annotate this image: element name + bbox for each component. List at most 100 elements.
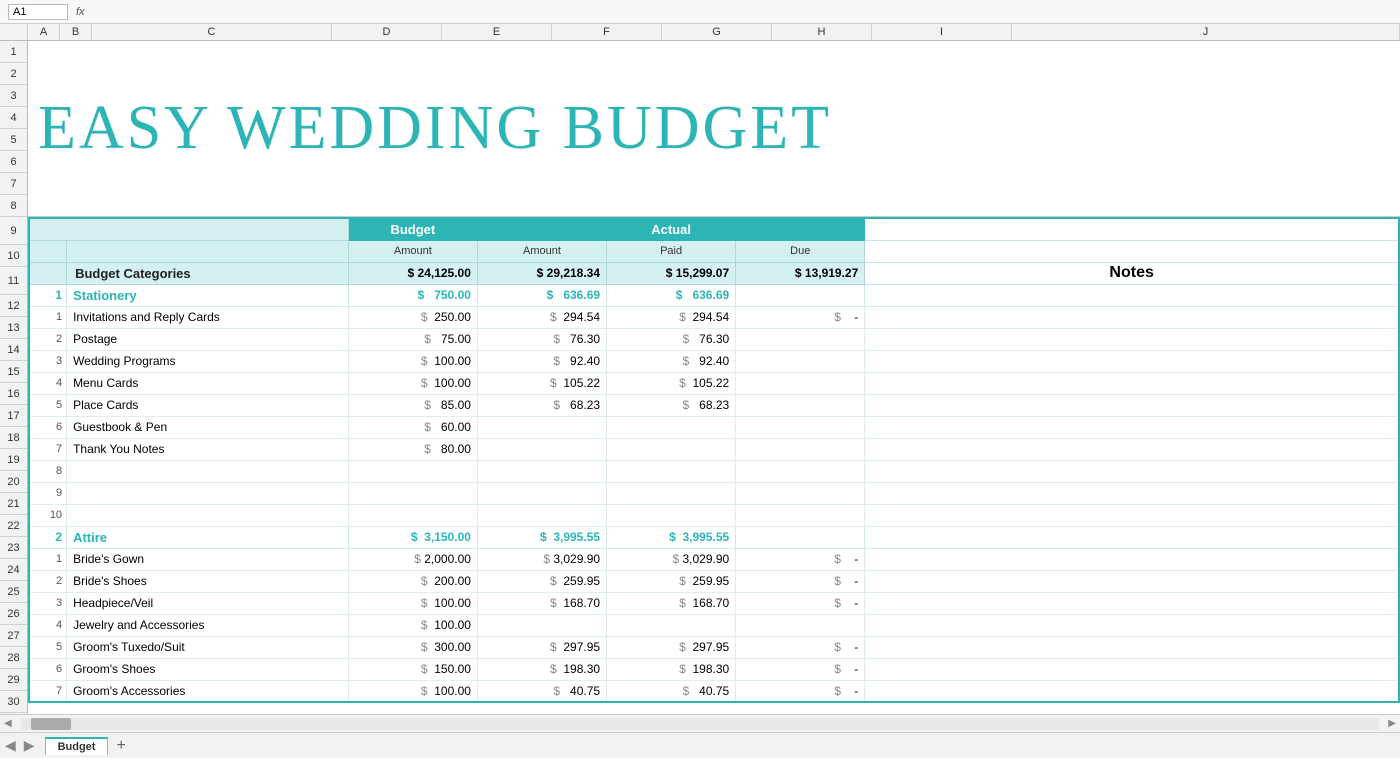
row-num-8[interactable]: 8 <box>0 195 27 217</box>
scroll-left-arrow[interactable]: ◀ <box>0 718 16 729</box>
attire-actual: $ 3,995.55 <box>477 526 606 548</box>
col-header-b[interactable]: B <box>60 24 92 40</box>
row-num-12[interactable]: 12 <box>0 295 27 317</box>
groom-accessories-row: 7 Groom's Accessories $ 100.00 $ 40.75 $… <box>29 680 1399 702</box>
row-num-27[interactable]: 27 <box>0 625 27 647</box>
title-section: EASY WEDDING BUDGET <box>28 41 1400 217</box>
row-num-9[interactable]: 9 <box>0 217 27 245</box>
sheet-nav-right[interactable]: ▶ <box>24 737 35 754</box>
total-due: $ 13,919.27 <box>736 262 865 284</box>
sheet-nav-left[interactable]: ◀ <box>5 737 16 754</box>
spreadsheet: fx A B C D E F G H I J 1 2 3 4 5 6 7 8 9… <box>0 0 1400 758</box>
col-header-a[interactable]: A <box>28 24 60 40</box>
row-num-24[interactable]: 24 <box>0 559 27 581</box>
attire-notes[interactable] <box>865 526 1399 548</box>
attire-budget: $ 3,150.00 <box>348 526 477 548</box>
total-paid: $ 15,299.07 <box>607 262 736 284</box>
add-sheet-button[interactable]: + <box>111 737 130 755</box>
row-num-19[interactable]: 19 <box>0 449 27 471</box>
row-num-14[interactable]: 14 <box>0 339 27 361</box>
total-budget: $ 24,125.00 <box>348 262 477 284</box>
jewelry-row: 4 Jewelry and Accessories $ 100.00 <box>29 614 1399 636</box>
column-headers: A B C D E F G H I J <box>0 24 1400 41</box>
row-num-18[interactable]: 18 <box>0 427 27 449</box>
row-num-28[interactable]: 28 <box>0 647 27 669</box>
scroll-thumb[interactable] <box>31 718 71 730</box>
row-num-4[interactable]: 4 <box>0 107 27 129</box>
row-num-22[interactable]: 22 <box>0 515 27 537</box>
amount-header: Amount <box>348 240 477 262</box>
budget-header: Budget <box>348 218 477 240</box>
scroll-track[interactable] <box>21 718 1380 730</box>
row-num-30[interactable]: 30 <box>0 691 27 713</box>
stationery-budget: $ 750.00 <box>348 284 477 306</box>
col-header-e[interactable]: E <box>442 24 552 40</box>
header-row-sub: Amount Amount Paid Due <box>29 240 1399 262</box>
row-num-10[interactable]: 10 <box>0 245 27 267</box>
stationery-category-row: 1 Stationery $ 750.00 $ 636.69 $ 636.69 <box>29 284 1399 306</box>
place-cards-row: 5 Place Cards $ 85.00 $ 68.23 $ 68.23 <box>29 394 1399 416</box>
row-num-3[interactable]: 3 <box>0 85 27 107</box>
formula-bar: fx <box>0 0 1400 24</box>
row-num-21[interactable]: 21 <box>0 493 27 515</box>
row-num-25[interactable]: 25 <box>0 581 27 603</box>
thankyou-row: 7 Thank You Notes $ 80.00 <box>29 438 1399 460</box>
col-header-g[interactable]: G <box>662 24 772 40</box>
groom-shoes-row: 6 Groom's Shoes $ 150.00 $ 198.30 $ 198.… <box>29 658 1399 680</box>
row-num-6[interactable]: 6 <box>0 151 27 173</box>
brides-gown-row: 1 Bride's Gown $ 2,000.00 $ 3,029.90 $ 3… <box>29 548 1399 570</box>
actual-header: Actual <box>477 218 864 240</box>
col-header-d[interactable]: D <box>332 24 442 40</box>
col-header-j[interactable]: J <box>1012 24 1400 40</box>
attire-cat-num: 2 <box>29 526 67 548</box>
row-num-26[interactable]: 26 <box>0 603 27 625</box>
budget-categories-label: Budget Categories <box>67 262 349 284</box>
empty-row-10: 10 <box>29 504 1399 526</box>
row-num-5[interactable]: 5 <box>0 129 27 151</box>
attire-paid: $ 3,995.55 <box>607 526 736 548</box>
attire-due <box>736 526 865 548</box>
stationery-notes[interactable] <box>865 284 1399 306</box>
stationery-cat-num: 1 <box>29 284 67 306</box>
groom-tuxedo-row: 5 Groom's Tuxedo/Suit $ 300.00 $ 297.95 … <box>29 636 1399 658</box>
totals-row: Budget Categories $ 24,125.00 $ 29,218.3… <box>29 262 1399 284</box>
budget-table-container: Budget Actual Amount Amount Paid Due <box>28 217 1400 703</box>
header-row-budget: Budget Actual <box>29 218 1399 240</box>
total-actual: $ 29,218.34 <box>477 262 606 284</box>
stationery-actual: $ 636.69 <box>477 284 606 306</box>
row-num-13[interactable]: 13 <box>0 317 27 339</box>
row-num-17[interactable]: 17 <box>0 405 27 427</box>
row-num-2[interactable]: 2 <box>0 63 27 85</box>
invitations-row: 1 Invitations and Reply Cards $ 250.00 $… <box>29 306 1399 328</box>
wedding-programs-row: 3 Wedding Programs $ 100.00 $ 92.40 $ 92… <box>29 350 1399 372</box>
row-num-7[interactable]: 7 <box>0 173 27 195</box>
postage-row: 2 Postage $ 75.00 $ 76.30 $ 76.30 <box>29 328 1399 350</box>
scroll-right-arrow[interactable]: ▶ <box>1384 718 1400 729</box>
row-num-23[interactable]: 23 <box>0 537 27 559</box>
guestbook-row: 6 Guestbook & Pen $ 60.00 <box>29 416 1399 438</box>
row-num-1[interactable]: 1 <box>0 41 27 63</box>
stationery-paid: $ 636.69 <box>607 284 736 306</box>
row-num-29[interactable]: 29 <box>0 669 27 691</box>
stationery-due <box>736 284 865 306</box>
brides-shoes-row: 2 Bride's Shoes $ 200.00 $ 259.95 $ 259.… <box>29 570 1399 592</box>
sheet-tabs-bar: ◀ ▶ Budget + <box>0 732 1400 758</box>
row-num-16[interactable]: 16 <box>0 383 27 405</box>
col-header-h[interactable]: H <box>772 24 872 40</box>
row-num-15[interactable]: 15 <box>0 361 27 383</box>
menu-cards-row: 4 Menu Cards $ 100.00 $ 105.22 $ 105.22 <box>29 372 1399 394</box>
corner-cell <box>0 24 28 40</box>
col-header-c[interactable]: C <box>92 24 332 40</box>
row-num-11[interactable]: 11 <box>0 267 27 295</box>
due-header: Due <box>736 240 865 262</box>
paid-header: Paid <box>607 240 736 262</box>
stationery-cat-name: Stationery <box>67 284 349 306</box>
actual-amount-header: Amount <box>477 240 606 262</box>
col-header-f[interactable]: F <box>552 24 662 40</box>
name-box[interactable] <box>8 4 68 20</box>
budget-tab[interactable]: Budget <box>45 737 109 755</box>
row-num-20[interactable]: 20 <box>0 471 27 493</box>
notes-header-empty <box>865 218 1399 240</box>
horizontal-scrollbar[interactable]: ◀ ▶ <box>0 714 1400 732</box>
col-header-i[interactable]: I <box>872 24 1012 40</box>
